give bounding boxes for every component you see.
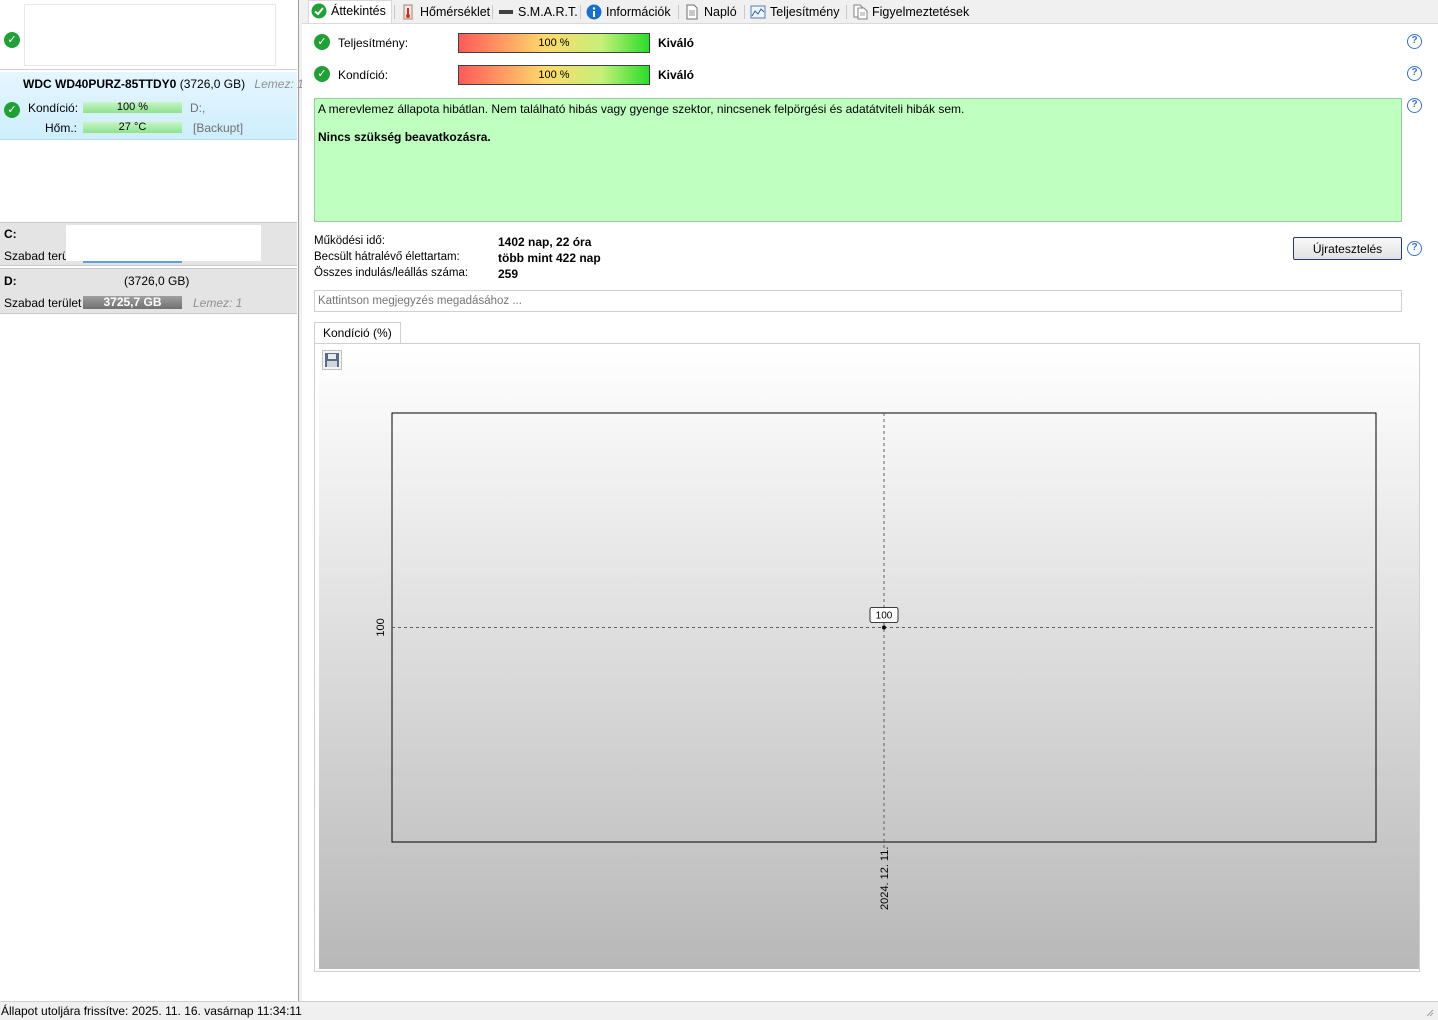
chart-panel: 2024. 12. 11. 100 100 <box>314 343 1420 972</box>
thermometer-icon <box>400 4 416 20</box>
resize-grip-icon[interactable] <box>1426 1009 1434 1017</box>
performance-label: Teljesítmény: <box>338 36 409 50</box>
check-icon: ✓ <box>4 102 20 118</box>
help-icon[interactable]: ? <box>1407 66 1422 81</box>
uptime-value: 1402 nap, 22 óra <box>498 235 592 249</box>
tab-performance[interactable]: Teljesítmény <box>748 2 839 23</box>
free-space-label: Szabad terü <box>4 249 69 263</box>
info-icon <box>586 4 602 20</box>
tab-log[interactable]: Napló <box>682 2 737 23</box>
status-recommendation: Nincs szükség beavatkozásra. <box>318 130 491 144</box>
tab-label: Hőmérséklet <box>420 5 491 19</box>
chart-icon <box>750 4 766 20</box>
disk-bar-icon <box>498 4 514 20</box>
volume-letter: C: <box>4 227 17 241</box>
tab-bar: Áttekintés Hőmérséklet S.M.A.R.T. Inform… <box>302 0 1438 24</box>
status-message-box: A merevlemez állapota hibátlan. Nem talá… <box>314 98 1402 222</box>
tab-separator <box>678 5 679 19</box>
status-bar: Állapot utoljára frissítve: 2025. 11. 16… <box>0 1001 1438 1020</box>
disk-name: WDC WD40PURZ-85TTDY0 <box>23 77 177 91</box>
drive-letters: D:, <box>190 101 206 115</box>
disk-entry-0[interactable]: ✓ <box>0 0 297 70</box>
status-message: A merevlemez állapota hibátlan. Nem talá… <box>318 102 965 116</box>
disk-number: Lemez: 1 <box>254 77 304 91</box>
tab-overview[interactable]: Áttekintés <box>308 0 392 23</box>
tab-separator <box>846 5 847 19</box>
remaining-life-value: több mint 422 nap <box>498 251 601 265</box>
overview-panel: ✓ Teljesítmény: 100 % Kiváló ? ✓ Kondíci… <box>302 24 1438 1001</box>
free-space-bar: 3725,7 GB <box>83 296 182 309</box>
tab-label: Információk <box>606 5 671 19</box>
data-point <box>882 625 886 630</box>
volume-size: (3726,0 GB) <box>124 274 190 288</box>
temp-bar: 27 °C <box>83 122 182 133</box>
health-label: Kondíció: <box>338 68 389 82</box>
check-icon <box>311 3 327 19</box>
disk-number: Lemez: 1 <box>193 296 243 310</box>
x-tick-label: 2024. 12. 11. <box>879 847 891 910</box>
tab-warnings[interactable]: Figyelmeztetések <box>850 2 969 23</box>
help-icon[interactable]: ? <box>1407 34 1422 49</box>
tab-separator <box>580 5 581 19</box>
health-bar: 100 % <box>83 102 182 113</box>
tab-label: Áttekintés <box>331 4 386 18</box>
tab-information[interactable]: Információk <box>584 2 671 23</box>
document-icon <box>684 4 700 20</box>
volume-letter: D: <box>4 274 17 288</box>
retest-button[interactable]: Újratesztelés <box>1293 237 1402 260</box>
tab-temperature[interactable]: Hőmérséklet <box>398 2 490 23</box>
alert-document-icon <box>852 4 868 20</box>
tab-chart-health[interactable]: Kondíció (%) <box>314 322 401 344</box>
tab-separator <box>394 5 395 19</box>
note-input[interactable] <box>314 290 1402 312</box>
volume-d[interactable]: D: (3726,0 GB) Szabad terület 3725,7 GB … <box>0 268 297 314</box>
help-icon[interactable]: ? <box>1407 241 1422 256</box>
last-updated-text: Állapot utoljára frissítve: 2025. 11. 16… <box>1 1004 302 1018</box>
tab-label: Figyelmeztetések <box>872 5 970 19</box>
health-label: Kondíció: <box>28 101 79 115</box>
tab-separator <box>492 5 493 19</box>
remaining-life-label: Becsült hátralévő élettartam: <box>314 251 460 263</box>
free-space-bar <box>83 261 182 263</box>
check-icon: ✓ <box>314 34 330 50</box>
help-icon[interactable]: ? <box>1407 98 1422 113</box>
check-icon: ✓ <box>314 66 330 82</box>
free-space-label: Szabad terület <box>4 296 82 310</box>
uptime-label: Működési idő: <box>314 235 385 247</box>
volume-label: [Backupt] <box>193 121 244 135</box>
start-stop-value: 259 <box>498 267 519 281</box>
start-stop-label: Összes indulás/leállás száma: <box>314 267 469 279</box>
temp-label: Hőm.: <box>45 121 78 135</box>
performance-bar: 100 % <box>458 33 650 53</box>
disk-title: WDC WD40PURZ-85TTDY0 (3726,0 GB) Lemez: … <box>23 77 304 91</box>
disk-entry-1[interactable]: WDC WD40PURZ-85TTDY0 (3726,0 GB) Lemez: … <box>0 72 304 140</box>
disk-list-panel: ✓ WDC WD40PURZ-85TTDY0 (3726,0 GB) Lemez… <box>0 0 304 1001</box>
tab-label: S.M.A.R.T. <box>518 5 578 19</box>
health-bar: 100 % <box>458 65 650 85</box>
data-label: 100 <box>876 611 893 622</box>
tab-smart[interactable]: S.M.A.R.T. <box>496 2 578 23</box>
volume-c[interactable]: C: Szabad terü <box>0 222 297 266</box>
tab-separator <box>744 5 745 19</box>
disk-entry-blank-area <box>24 4 276 66</box>
volume-c-overlay <box>66 225 261 261</box>
health-chart: 2024. 12. 11. 100 100 <box>375 412 1377 910</box>
tab-label: Napló <box>704 5 737 19</box>
tab-label: Teljesítmény <box>770 5 840 19</box>
check-icon: ✓ <box>4 32 20 48</box>
performance-rating: Kiváló <box>658 36 695 50</box>
y-tick-label: 100 <box>375 618 387 636</box>
health-rating: Kiváló <box>658 68 695 82</box>
disk-size: (3726,0 GB) <box>179 77 246 91</box>
